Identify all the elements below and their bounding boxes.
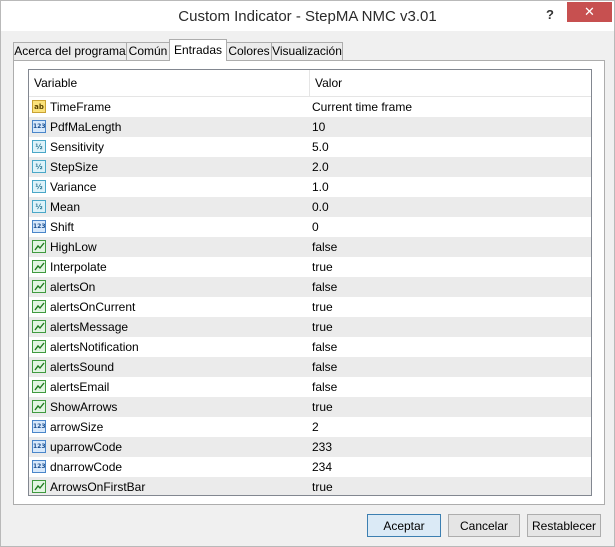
table-row[interactable]: ArrowsOnFirstBar true — [29, 477, 591, 495]
boolean-icon — [32, 360, 46, 373]
variable-value[interactable]: 2.0 — [312, 157, 329, 177]
table-row[interactable]: ½ Sensitivity 5.0 — [29, 137, 591, 157]
table-row[interactable]: HighLow false — [29, 237, 591, 257]
boolean-icon — [32, 280, 46, 293]
grid-rows: ab TimeFrame Current time frame 123 PdfMaLen… — [29, 97, 591, 495]
variable-value[interactable]: false — [312, 357, 337, 377]
variable-value[interactable]: false — [312, 277, 337, 297]
boolean-icon — [32, 380, 46, 393]
help-button[interactable]: ? — [537, 5, 563, 25]
variable-value[interactable]: 0.0 — [312, 197, 329, 217]
column-header-value[interactable]: Valor — [310, 70, 591, 96]
integer-icon: 123 — [32, 460, 46, 473]
variable-name: alertsEmail — [50, 380, 110, 394]
window-title: Custom Indicator - StepMA NMC v3.01 — [178, 8, 437, 25]
variable-value[interactable]: true — [312, 317, 333, 337]
table-row[interactable]: ab TimeFrame Current time frame — [29, 97, 591, 117]
table-row[interactable]: 123 arrowSize 2 — [29, 417, 591, 437]
integer-icon: 123 — [32, 420, 46, 433]
variable-value[interactable]: Current time frame — [312, 97, 412, 117]
table-row[interactable]: alertsEmail false — [29, 377, 591, 397]
variable-value[interactable]: true — [312, 397, 333, 417]
variable-value[interactable]: 233 — [312, 437, 332, 457]
boolean-icon — [32, 300, 46, 313]
variable-name: Interpolate — [50, 260, 107, 274]
variable-value[interactable]: true — [312, 257, 333, 277]
table-row[interactable]: alertsSound false — [29, 357, 591, 377]
variable-name: Sensitivity — [50, 140, 105, 154]
tab-common[interactable]: Común — [126, 42, 170, 60]
tab-visualization[interactable]: Visualización — [271, 42, 343, 60]
variable-name: alertsMessage — [50, 320, 129, 334]
variable-value[interactable]: true — [312, 297, 333, 317]
boolean-icon — [32, 480, 46, 493]
variable-name: Variance — [50, 180, 97, 194]
integer-icon: 123 — [32, 220, 46, 233]
variable-value[interactable]: 10 — [312, 117, 325, 137]
variable-name: dnarrowCode — [50, 460, 123, 474]
variable-name: arrowSize — [50, 420, 104, 434]
table-row[interactable]: Interpolate true — [29, 257, 591, 277]
inputs-grid: Variable Valor ab TimeFrame Current time f… — [28, 69, 592, 496]
table-row[interactable]: ½ StepSize 2.0 — [29, 157, 591, 177]
table-row[interactable]: ½ Variance 1.0 — [29, 177, 591, 197]
variable-name: uparrowCode — [50, 440, 123, 454]
dialog-window: Custom Indicator - StepMA NMC v3.01 ? ✕ … — [0, 0, 615, 547]
variable-value[interactable]: true — [312, 477, 333, 495]
double-icon: ½ — [32, 180, 46, 193]
integer-icon: 123 — [32, 440, 46, 453]
variable-name: alertsOnCurrent — [50, 300, 136, 314]
table-row[interactable]: 123 uparrowCode 233 — [29, 437, 591, 457]
variable-value[interactable]: false — [312, 337, 337, 357]
column-header-variable[interactable]: Variable — [29, 70, 309, 96]
variable-name: alertsSound — [50, 360, 115, 374]
variable-name: TimeFrame — [50, 100, 111, 114]
table-row[interactable]: ½ Mean 0.0 — [29, 197, 591, 217]
table-row[interactable]: ShowArrows true — [29, 397, 591, 417]
tab-about[interactable]: Acerca del programa — [13, 42, 127, 60]
close-button[interactable]: ✕ — [567, 2, 612, 22]
cancel-button[interactable]: Cancelar — [448, 514, 520, 537]
boolean-icon — [32, 400, 46, 413]
double-icon: ½ — [32, 140, 46, 153]
variable-value[interactable]: 1.0 — [312, 177, 329, 197]
variable-value[interactable]: 5.0 — [312, 137, 329, 157]
table-row[interactable]: 123 Shift 0 — [29, 217, 591, 237]
accept-button[interactable]: Aceptar — [367, 514, 441, 537]
variable-name: PdfMaLength — [50, 120, 122, 134]
variable-name: Mean — [50, 200, 81, 214]
table-row[interactable]: 123 PdfMaLength 10 — [29, 117, 591, 137]
variable-name: Shift — [50, 220, 75, 234]
variable-value[interactable]: 234 — [312, 457, 332, 477]
table-row[interactable]: alertsNotification false — [29, 337, 591, 357]
variable-name: StepSize — [50, 160, 99, 174]
variable-name: alertsOn — [50, 280, 96, 294]
variable-value[interactable]: false — [312, 237, 337, 257]
variable-value[interactable]: 2 — [312, 417, 319, 437]
double-icon: ½ — [32, 160, 46, 173]
variable-name: ShowArrows — [50, 400, 118, 414]
reset-button[interactable]: Restablecer — [527, 514, 601, 537]
boolean-icon — [32, 260, 46, 273]
tab-colors[interactable]: Colores — [226, 42, 272, 60]
boolean-icon — [32, 340, 46, 353]
tab-inputs[interactable]: Entradas — [169, 39, 227, 61]
boolean-icon — [32, 320, 46, 333]
table-row[interactable]: 123 dnarrowCode 234 — [29, 457, 591, 477]
table-row[interactable]: alertsOnCurrent true — [29, 297, 591, 317]
inputs-panel: Variable Valor ab TimeFrame Current time f… — [13, 60, 605, 505]
variable-name: ArrowsOnFirstBar — [50, 480, 146, 494]
double-icon: ½ — [32, 200, 46, 213]
variable-name: alertsNotification — [50, 340, 139, 354]
grid-header: Variable Valor — [29, 70, 591, 97]
string-icon: ab — [32, 100, 46, 113]
variable-value[interactable]: false — [312, 377, 337, 397]
variable-value[interactable]: 0 — [312, 217, 319, 237]
integer-icon: 123 — [32, 120, 46, 133]
table-row[interactable]: alertsOn false — [29, 277, 591, 297]
title-bar[interactable]: Custom Indicator - StepMA NMC v3.01 ? ✕ — [1, 1, 614, 31]
table-row[interactable]: alertsMessage true — [29, 317, 591, 337]
boolean-icon — [32, 240, 46, 253]
variable-name: HighLow — [50, 240, 97, 254]
